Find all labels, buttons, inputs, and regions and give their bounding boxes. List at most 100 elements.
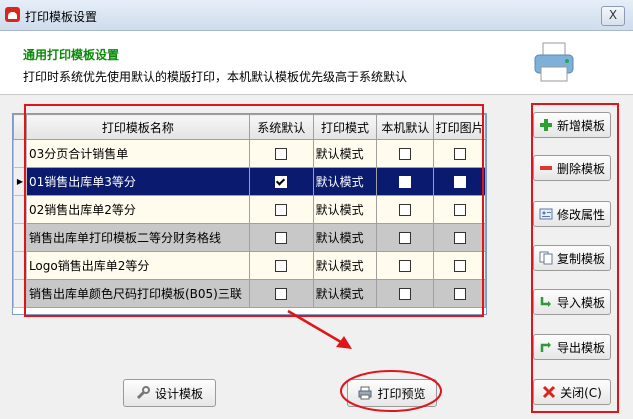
column-header-system-default[interactable]: 系统默认 [248,114,314,140]
window-close-button[interactable]: X [601,6,625,26]
table-row-selected[interactable]: ▶ 01销售出库单3等分 默认模式 [13,167,486,196]
close-button[interactable]: 关闭(C) [533,379,611,405]
template-name-cell[interactable]: 01销售出库单3等分 [25,167,250,196]
row-indicator-header [13,114,27,140]
column-header-print-image[interactable]: 打印图片 [433,114,486,140]
header-title: 通用打印模板设置 [23,48,120,62]
export-template-button[interactable]: 导出模板 [533,334,611,360]
local-default-cell[interactable] [376,139,435,168]
print-mode-cell[interactable]: 默认模式 [312,167,378,196]
print-image-cell[interactable] [433,251,486,280]
plus-icon [539,118,553,132]
print-image-checkbox[interactable] [453,176,466,188]
print-image-cell[interactable] [433,195,486,224]
local-default-checkbox[interactable] [399,260,412,272]
print-mode-cell[interactable]: 默认模式 [312,195,378,224]
import-template-button[interactable]: 导入模板 [533,289,611,315]
column-header-local-default[interactable]: 本机默认 [376,114,435,140]
system-default-cell[interactable] [248,167,314,196]
table-row[interactable]: 03分页合计销售单 默认模式 [13,139,486,168]
annotation-ellipse [340,370,442,412]
local-default-checkbox[interactable] [399,176,412,188]
print-image-cell[interactable] [433,139,486,168]
print-image-checkbox[interactable] [453,232,466,244]
import-arrow-icon [539,295,553,309]
system-default-cell[interactable] [248,223,314,252]
properties-icon [539,207,553,221]
new-template-button[interactable]: 新增模板 [533,112,611,138]
template-name-cell[interactable]: 02销售出库单2等分 [25,195,250,224]
print-mode-cell[interactable]: 默认模式 [312,251,378,280]
print-image-checkbox[interactable] [453,148,466,160]
close-x-icon [542,385,556,399]
template-name-cell[interactable]: 销售出库单颜色尺码打印模板(B05)三联 [25,279,250,308]
current-row-arrow-icon: ▶ [13,167,27,196]
system-default-checkbox[interactable] [275,176,288,188]
row-indicator [13,139,27,168]
header-description: 打印时系统优先使用默认的模版打印，本机默认模板优先级高于系统默认 [23,70,408,84]
print-image-cell[interactable] [433,279,486,308]
edit-properties-button[interactable]: 修改属性 [533,201,611,227]
system-default-checkbox[interactable] [275,288,288,300]
table-row[interactable]: 02销售出库单2等分 默认模式 [13,195,486,224]
print-image-cell[interactable] [433,223,486,252]
local-default-cell[interactable] [376,223,435,252]
local-default-checkbox[interactable] [399,288,412,300]
delete-template-button[interactable]: 删除模板 [533,155,611,181]
local-default-checkbox[interactable] [399,204,412,216]
export-arrow-icon [539,340,553,354]
copy-icon [539,251,553,265]
print-image-checkbox[interactable] [453,288,466,300]
system-default-cell[interactable] [248,195,314,224]
system-default-cell[interactable] [248,139,314,168]
local-default-cell[interactable] [376,279,435,308]
system-default-cell[interactable] [248,279,314,308]
local-default-checkbox[interactable] [399,148,412,160]
local-default-checkbox[interactable] [399,232,412,244]
new-template-label: 新增模板 [556,118,605,133]
column-header-name[interactable]: 打印模板名称 [25,114,250,140]
table-row[interactable]: 销售出库单颜色尺码打印模板(B05)三联 默认模式 [13,279,486,308]
header-panel: 通用打印模板设置 打印时系统优先使用默认的模版打印，本机默认模板优先级高于系统默… [0,31,633,95]
table-row[interactable]: Logo销售出库单2等分 默认模式 [13,251,486,280]
template-name-cell[interactable]: 03分页合计销售单 [25,139,250,168]
print-image-checkbox[interactable] [453,260,466,272]
local-default-cell[interactable] [376,167,435,196]
print-mode-cell[interactable]: 默认模式 [312,139,378,168]
system-default-checkbox[interactable] [275,232,288,244]
print-mode-cell[interactable]: 默认模式 [312,223,378,252]
import-template-label: 导入模板 [556,295,605,310]
edit-properties-label: 修改属性 [556,207,605,222]
template-name-cell[interactable]: 销售出库单打印模板二等分财务格线 [25,223,250,252]
column-header-print-mode[interactable]: 打印模式 [312,114,378,140]
local-default-cell[interactable] [376,251,435,280]
tools-icon [136,386,150,400]
design-template-button[interactable]: 设计模板 [123,379,216,407]
template-name-cell[interactable]: Logo销售出库单2等分 [25,251,250,280]
copy-template-button[interactable]: 复制模板 [533,245,611,271]
window-title: 打印模板设置 [25,10,98,24]
template-table: 打印模板名称 系统默认 打印模式 本机默认 打印图片 03分页合计销售单 默认模… [13,114,486,308]
annotation-arrow [287,309,352,349]
close-label: 关闭(C) [560,385,602,400]
row-indicator [13,251,27,280]
system-default-checkbox[interactable] [275,148,288,160]
export-template-label: 导出模板 [556,340,605,355]
print-image-checkbox[interactable] [453,204,466,216]
print-mode-cell[interactable]: 默认模式 [312,279,378,308]
title-bar: 打印模板设置 X [0,0,633,31]
copy-template-label: 复制模板 [556,251,605,266]
delete-template-label: 删除模板 [556,161,605,176]
local-default-cell[interactable] [376,195,435,224]
print-image-cell[interactable] [433,167,486,196]
row-indicator [13,279,27,308]
template-grid[interactable]: 打印模板名称 系统默认 打印模式 本机默认 打印图片 03分页合计销售单 默认模… [12,113,487,315]
system-default-checkbox[interactable] [275,204,288,216]
row-indicator [13,223,27,252]
system-default-checkbox[interactable] [275,260,288,272]
minus-icon [539,161,553,175]
system-default-cell[interactable] [248,251,314,280]
printer-icon [534,42,574,82]
row-indicator [13,195,27,224]
table-row[interactable]: 销售出库单打印模板二等分财务格线 默认模式 [13,223,486,252]
